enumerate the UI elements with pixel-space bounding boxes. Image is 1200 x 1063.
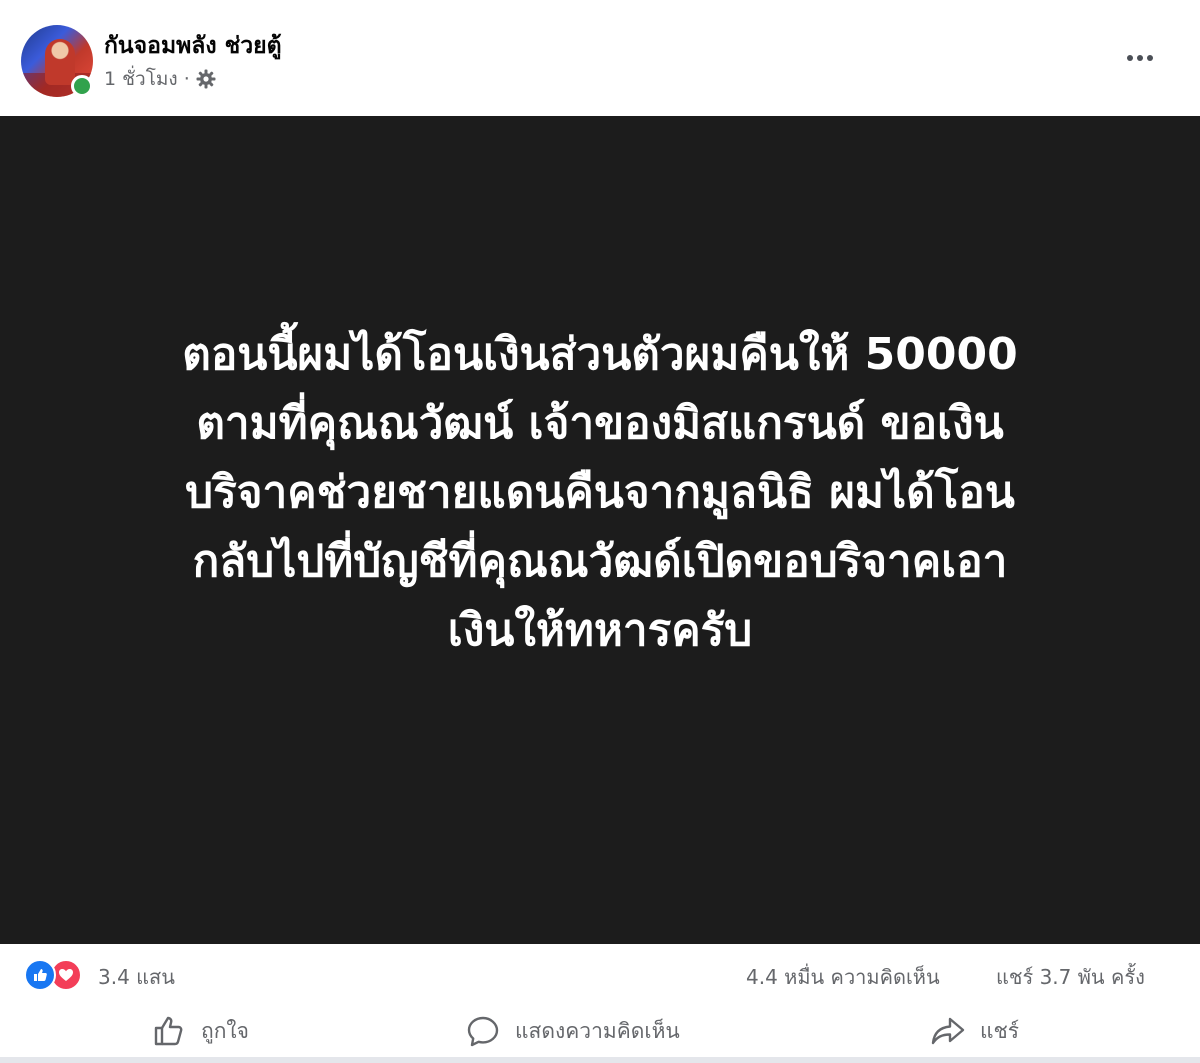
post-stats: 3.4 แสน 4.4 หมื่น ความคิดเห็น แชร์ 3.7 พ… — [0, 944, 1200, 1006]
post-text-background: ตอนนี้ผมได้โอนเงินส่วนตัวผมคืนให้ 50000 … — [0, 116, 1200, 944]
post-action-bar: ถูกใจ แสดงความคิดเห็น แชร์ — [0, 1006, 1200, 1056]
reaction-icons[interactable] — [24, 959, 94, 991]
author-name[interactable]: กันจอมพลัง ช่วยตู้ — [104, 28, 282, 64]
comment-button-label: แสดงความคิดเห็น — [515, 1018, 680, 1043]
like-button-label: ถูกใจ — [201, 1018, 249, 1043]
reaction-count[interactable]: 3.4 แสน — [98, 961, 175, 993]
more-options-button[interactable] — [1112, 38, 1168, 78]
post-timestamp[interactable]: 1 ชั่วโมง — [104, 64, 178, 94]
post-body-text: ตอนนี้ผมได้โอนเงินส่วนตัวผมคืนให้ 50000 … — [60, 320, 1140, 665]
avatar-person — [45, 39, 75, 85]
comment-count[interactable]: 4.4 หมื่น ความคิดเห็น — [746, 961, 940, 993]
comment-bubble-icon — [465, 1013, 501, 1049]
gear-icon[interactable] — [196, 69, 216, 89]
comment-button[interactable]: แสดงความคิดเห็น — [465, 1006, 680, 1056]
like-reaction-icon — [24, 959, 56, 991]
share-arrow-icon — [930, 1013, 966, 1049]
online-status-dot — [71, 75, 93, 97]
share-button-label: แชร์ — [980, 1018, 1020, 1043]
more-horizontal-icon — [1125, 55, 1155, 61]
share-button[interactable]: แชร์ — [930, 1006, 1019, 1056]
like-button[interactable]: ถูกใจ — [151, 1006, 249, 1056]
post-body-line: เงินให้ทหารครับ — [447, 604, 753, 656]
post-body-line: กลับไปที่บัญชีที่คุณณวัฒด์เปิดขอบริจาคเอ… — [192, 535, 1008, 587]
post-meta: 1 ชั่วโมง · — [104, 66, 216, 92]
facebook-post: กันจอมพลัง ช่วยตู้ 1 ชั่วโมง · ตอนนี้ผมไ… — [0, 0, 1200, 1063]
post-body-line: บริจาคช่วยชายแดนคืนจากมูลนิธิ ผมได้โอน — [185, 466, 1015, 518]
meta-separator: · — [183, 68, 190, 90]
post-body-line: ตามที่คุณณวัฒน์ เจ้าของมิสแกรนด์ ขอเงิน — [196, 397, 1004, 449]
post-header: กันจอมพลัง ช่วยตู้ 1 ชั่วโมง · — [0, 0, 1200, 116]
post-body-line: ตอนนี้ผมได้โอนเงินส่วนตัวผมคืนให้ 50000 — [182, 328, 1018, 380]
thumbs-up-icon — [151, 1013, 187, 1049]
share-count[interactable]: แชร์ 3.7 พัน ครั้ง — [996, 961, 1145, 993]
